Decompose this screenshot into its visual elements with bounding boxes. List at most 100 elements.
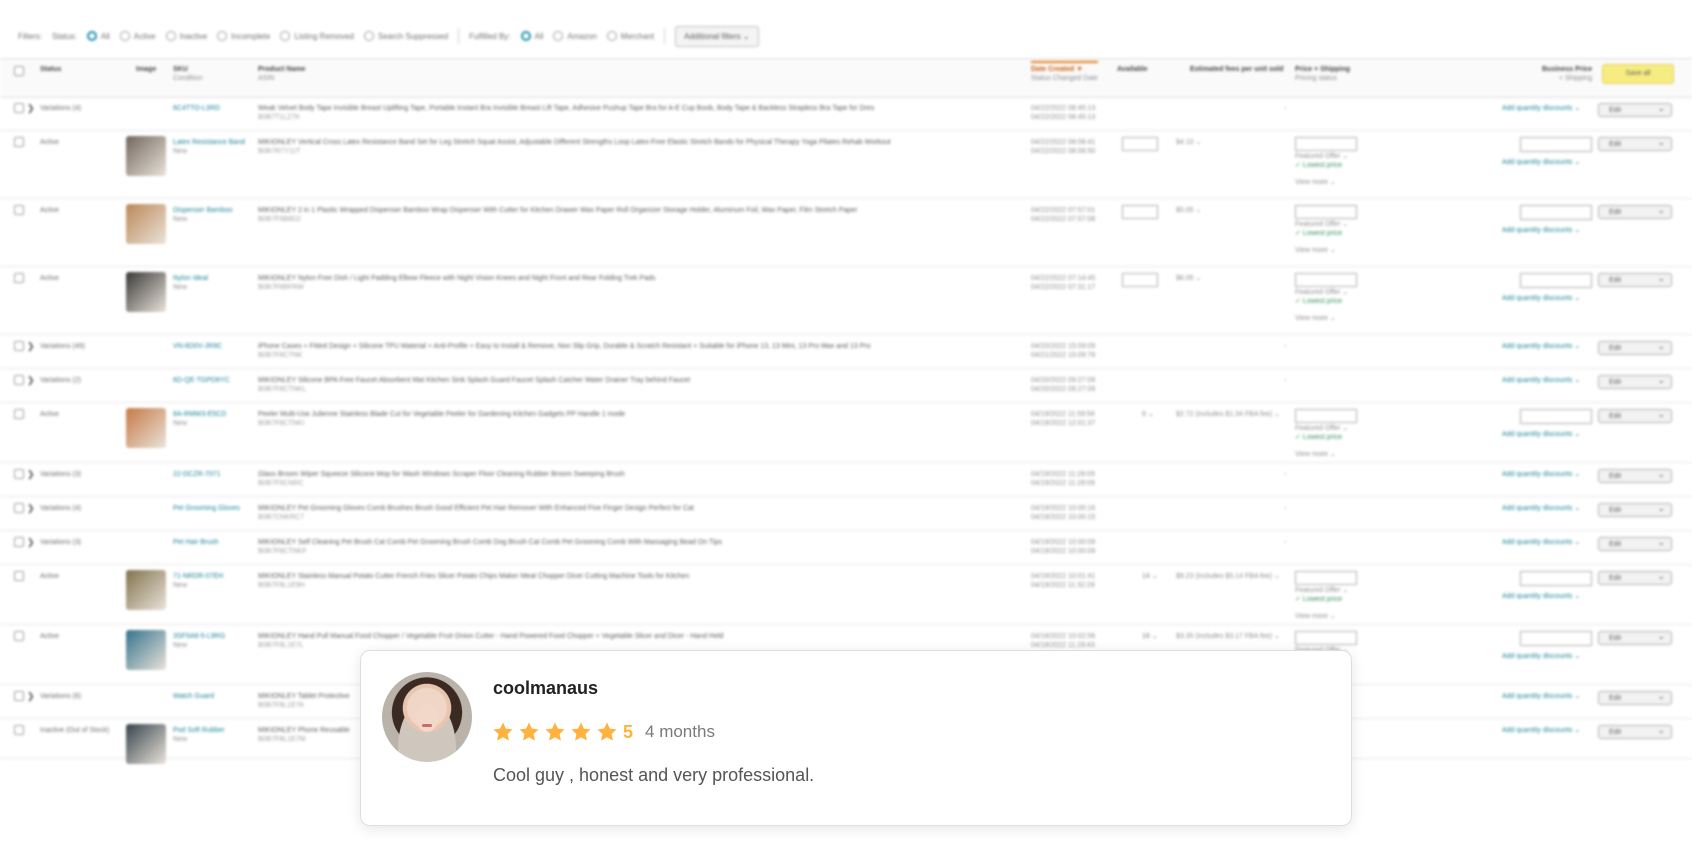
- row-product-name[interactable]: iPhone Cases + Fitted Design + Silicone …: [258, 342, 870, 360]
- edit-dropdown-button[interactable]: Edit: [1598, 467, 1672, 483]
- row-checkbox[interactable]: [14, 503, 24, 513]
- row-product-name[interactable]: MIKIONLEY Phone Reusable B0B7F8L1E7M: [258, 726, 350, 744]
- row-checkbox[interactable]: [14, 725, 24, 735]
- fulfilled-merchant-option[interactable]: Merchant: [606, 31, 654, 41]
- expand-arrow-icon[interactable]: ❯: [27, 341, 35, 352]
- expand-arrow-icon[interactable]: ❯: [27, 503, 35, 514]
- status-active-option[interactable]: Active: [119, 31, 156, 41]
- row-product-name[interactable]: MIKIONLEY Self Cleaning Pet Brush Cat Co…: [258, 538, 722, 556]
- quantity-discounts-link[interactable]: Add quantity discounts ⌄: [1502, 726, 1580, 735]
- edit-dropdown-button[interactable]: Edit: [1598, 373, 1672, 389]
- row-product-name[interactable]: MIKIONLEY Stainless Manual Potato Cutter…: [258, 572, 689, 590]
- quantity-discounts-link[interactable]: Add quantity discounts ⌄: [1502, 470, 1580, 479]
- row-product-name[interactable]: MIKIONLEY 2 in 1 Plastic Wrapped Dispens…: [258, 206, 857, 224]
- edit-dropdown-button[interactable]: Edit: [1598, 101, 1672, 117]
- row-checkbox[interactable]: [14, 103, 24, 113]
- status-suppressed-option[interactable]: Search Suppressed: [363, 31, 448, 41]
- expand-arrow-icon[interactable]: ❯: [27, 103, 35, 114]
- price-input[interactable]: [1295, 137, 1357, 151]
- row-sku[interactable]: Watch Guard: [173, 692, 214, 701]
- fulfilled-amazon-option[interactable]: Amazon: [553, 31, 597, 41]
- status-all-option[interactable]: All: [86, 31, 110, 41]
- row-product-name[interactable]: MIKIONLEY Pet Grooming Gloves Comb Brush…: [258, 504, 694, 522]
- business-price-input[interactable]: [1520, 409, 1592, 424]
- quantity-discounts-link[interactable]: Add quantity discounts ⌄: [1502, 376, 1580, 385]
- row-checkbox[interactable]: [14, 409, 24, 419]
- row-sku[interactable]: Pet Hair Brush: [173, 538, 219, 547]
- row-checkbox[interactable]: [14, 375, 24, 385]
- quantity-discounts-link[interactable]: Add quantity discounts ⌄: [1502, 104, 1580, 113]
- row-sku[interactable]: Dispenser Bamboo New: [173, 206, 233, 224]
- expand-arrow-icon[interactable]: ❯: [27, 375, 35, 386]
- product-thumbnail[interactable]: [126, 408, 166, 448]
- header-price[interactable]: Price + Shipping Pricing status: [1295, 65, 1350, 83]
- edit-dropdown-button[interactable]: Edit: [1598, 569, 1672, 585]
- row-product-name[interactable]: MIKIONLEY Silicone BPA Free Faucet Absor…: [258, 376, 690, 394]
- header-available[interactable]: Available: [1117, 65, 1147, 74]
- quantity-discounts-link[interactable]: Add quantity discounts ⌄: [1502, 342, 1580, 351]
- row-checkbox[interactable]: [14, 137, 24, 147]
- header-sku[interactable]: SKU Condition: [173, 65, 203, 83]
- edit-dropdown-button[interactable]: Edit: [1598, 407, 1672, 423]
- edit-dropdown-button[interactable]: Edit: [1598, 271, 1672, 287]
- product-thumbnail[interactable]: [126, 136, 166, 176]
- row-sku[interactable]: Nylon Ideal New: [173, 274, 208, 292]
- status-incomplete-option[interactable]: Incomplete: [217, 31, 270, 41]
- edit-dropdown-button[interactable]: Edit: [1598, 501, 1672, 517]
- available-quantity-input[interactable]: [1122, 137, 1158, 151]
- quantity-discounts-link[interactable]: Add quantity discounts ⌄: [1502, 592, 1580, 601]
- select-all-checkbox[interactable]: [14, 66, 24, 76]
- row-sku[interactable]: 8A-RMW3-E5CD New: [173, 410, 226, 428]
- quantity-discounts-link[interactable]: Add quantity discounts ⌄: [1502, 652, 1580, 661]
- business-price-input[interactable]: [1520, 137, 1592, 152]
- row-sku[interactable]: 22-DCZR-7071: [173, 470, 220, 479]
- quantity-discounts-link[interactable]: Add quantity discounts ⌄: [1502, 504, 1580, 513]
- row-sku[interactable]: 71-NRDR-07EH New: [173, 572, 223, 590]
- quantity-discounts-link[interactable]: Add quantity discounts ⌄: [1502, 226, 1580, 235]
- business-price-input[interactable]: [1520, 273, 1592, 288]
- edit-dropdown-button[interactable]: Edit: [1598, 339, 1672, 355]
- header-status[interactable]: Status: [40, 65, 61, 74]
- row-sku[interactable]: 6C4TTO-L3RD: [173, 104, 220, 113]
- expand-arrow-icon[interactable]: ❯: [27, 537, 35, 548]
- row-checkbox[interactable]: [14, 341, 24, 351]
- row-checkbox[interactable]: [14, 537, 24, 547]
- business-price-input[interactable]: [1520, 205, 1592, 220]
- business-price-input[interactable]: [1520, 631, 1592, 646]
- row-sku[interactable]: Latex Resistance Band New: [173, 138, 245, 156]
- row-sku[interactable]: VN-8D0V-JR9C: [173, 342, 222, 351]
- product-thumbnail[interactable]: [126, 272, 166, 312]
- row-product-name[interactable]: MIKIONLEY Hand Pull Manual Food Chopper …: [258, 632, 723, 650]
- header-date-created[interactable]: Date Created ▼ Status Changed Date: [1031, 61, 1098, 83]
- price-input[interactable]: [1295, 273, 1357, 287]
- edit-dropdown-button[interactable]: Edit: [1598, 203, 1672, 219]
- business-price-input[interactable]: [1520, 571, 1592, 586]
- product-thumbnail[interactable]: [126, 724, 166, 764]
- header-business-price[interactable]: Business Price + Shipping: [1542, 65, 1592, 83]
- row-product-name[interactable]: MIKIONLEY Tablet Protective B0B7F8L1E7K: [258, 692, 350, 710]
- quantity-discounts-link[interactable]: Add quantity discounts ⌄: [1502, 692, 1580, 701]
- save-all-button[interactable]: Save all: [1602, 64, 1674, 84]
- price-input[interactable]: [1295, 571, 1357, 585]
- price-input[interactable]: [1295, 205, 1357, 219]
- fulfilled-all-option[interactable]: All: [520, 31, 543, 41]
- row-sku[interactable]: 6D-QE-TGPD6YC: [173, 376, 230, 385]
- quantity-discounts-link[interactable]: Add quantity discounts ⌄: [1502, 158, 1580, 167]
- row-checkbox[interactable]: [14, 469, 24, 479]
- row-checkbox[interactable]: [14, 205, 24, 215]
- product-thumbnail[interactable]: [126, 204, 166, 244]
- row-product-name[interactable]: Weak Velvet Body Tape Invisible Breast U…: [258, 104, 874, 122]
- row-product-name[interactable]: Peeler Multi-Use Julienne Stainless Blad…: [258, 410, 625, 428]
- header-product-name[interactable]: Product Name ASIN: [258, 65, 305, 83]
- edit-dropdown-button[interactable]: Edit: [1598, 723, 1672, 739]
- row-checkbox[interactable]: [14, 631, 24, 641]
- available-quantity-input[interactable]: [1122, 273, 1158, 287]
- row-sku[interactable]: Pod Soft Rubber New: [173, 726, 225, 744]
- row-checkbox[interactable]: [14, 571, 24, 581]
- expand-arrow-icon[interactable]: ❯: [27, 691, 35, 702]
- status-inactive-option[interactable]: Inactive: [165, 31, 207, 41]
- row-sku[interactable]: 3SF5A8-5-L9RG New: [173, 632, 225, 650]
- edit-dropdown-button[interactable]: Edit: [1598, 135, 1672, 151]
- row-product-name[interactable]: MIKIONLEY Vertical Cross Latex Resistanc…: [258, 138, 891, 156]
- product-thumbnail[interactable]: [126, 630, 166, 670]
